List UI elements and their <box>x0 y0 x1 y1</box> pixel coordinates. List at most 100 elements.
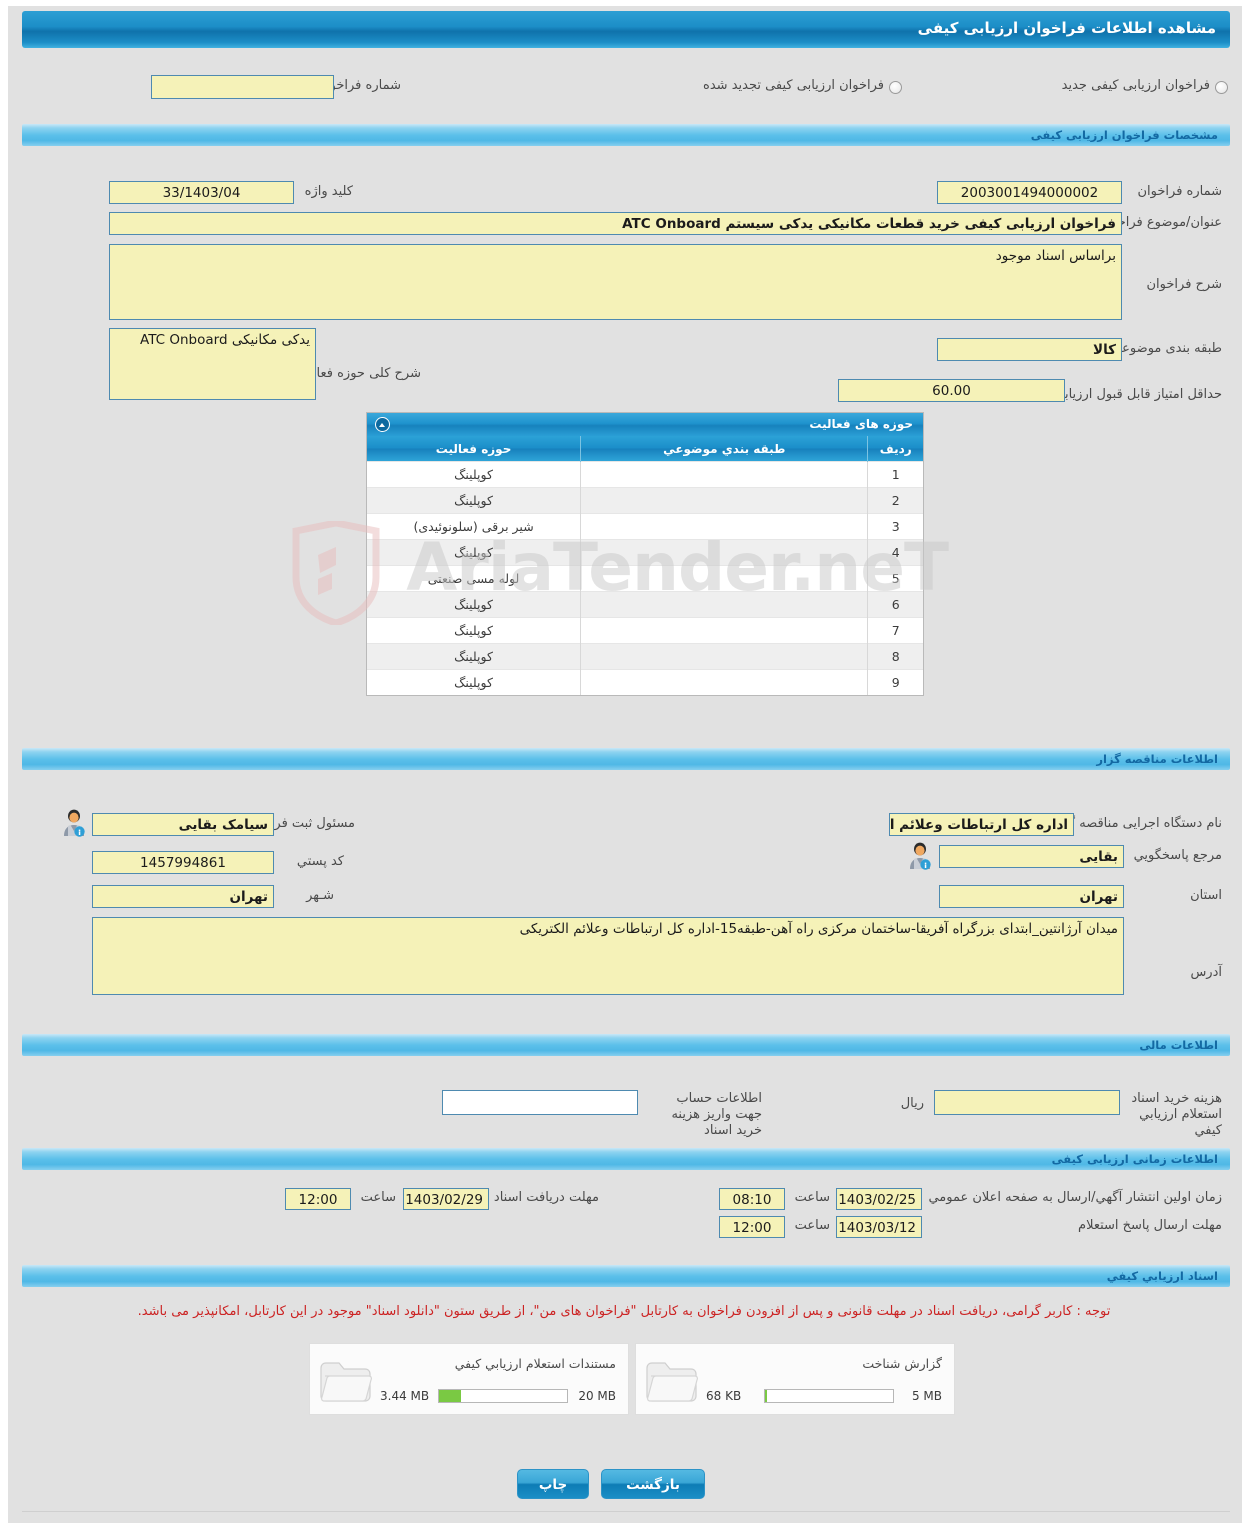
cell-radif: 5 <box>867 565 923 592</box>
section-header-documents: اسناد ارزیابي کیفي <box>22 1265 1230 1287</box>
column-header-radif: ردیف <box>867 436 923 462</box>
column-header-activity: حوزه فعالیت <box>367 436 581 462</box>
cell-radif: 9 <box>867 669 923 695</box>
table-row: 6 کوپلینگ <box>367 591 923 618</box>
contact-input[interactable]: بقایی <box>939 845 1124 868</box>
category-label: طبقه بندی موضوعي <box>1111 341 1222 356</box>
cell-radif: 6 <box>867 591 923 618</box>
doc-deadline-label: مهلت دریافت اسناد <box>493 1190 599 1205</box>
attachment-limit-size: 5 MB <box>911 1389 942 1403</box>
attachment-usage-fill <box>765 1390 767 1402</box>
agency-input[interactable]: اداره کل ارتباطات وعلائم الکتریکی <box>889 813 1074 836</box>
folder-icon <box>646 1362 698 1402</box>
cell-activity: شیر برقی (سلونوئیدی) <box>367 513 581 540</box>
publish-date-input[interactable]: 1403/02/25 <box>836 1188 922 1210</box>
attachment-used-size: 3.44 MB <box>380 1389 430 1403</box>
description-label: شرح فراخوان <box>1146 277 1223 292</box>
attachment-size-row: 68 KB 5 MB <box>706 1389 942 1404</box>
table-header-row: ردیف طبقه بندي موضوعي حوزه فعالیت <box>367 436 923 462</box>
radio-renewed-call[interactable] <box>889 81 902 94</box>
person-info-icon-contact[interactable] <box>907 842 933 870</box>
attachment-card-recognition-report[interactable]: گزارش شناخت 68 KB 5 MB <box>635 1343 955 1415</box>
cell-radif: 7 <box>867 617 923 644</box>
attachment-size-row: 3.44 MB 20 MB <box>380 1389 616 1404</box>
table-row: 1 کوپلینگ <box>367 461 923 488</box>
radio-new-call[interactable] <box>1215 81 1228 94</box>
section-title-organizer: اطلاعات مناقصه گزار <box>1096 752 1218 766</box>
table-row: 7 کوپلینگ <box>367 617 923 644</box>
back-button[interactable]: بازگشت <box>601 1469 705 1499</box>
province-input[interactable]: تهران <box>939 885 1124 908</box>
cell-activity: کوپلینگ <box>367 539 581 566</box>
attachment-usage-fill <box>439 1390 462 1402</box>
account-info-label: اطلاعات حساب جهت واریز هزینه خرید اسناد <box>671 1091 762 1138</box>
print-button[interactable]: چاپ <box>517 1469 589 1499</box>
page-title: مشاهده اطلاعات فراخوان ارزیابی کیفی <box>917 19 1216 37</box>
table-row: 3 شیر برقی (سلونوئیدی) <box>367 513 923 540</box>
cell-activity: کوپلینگ <box>367 669 581 695</box>
cell-category <box>580 565 868 592</box>
table-row: 2 کوپلینگ <box>367 487 923 514</box>
attachment-usage-meter <box>438 1389 568 1403</box>
radio-renewed-call-label: فراخوان ارزیابی کیفی تجدید شده <box>703 78 884 93</box>
cell-activity: کوپلینگ <box>367 617 581 644</box>
publish-date-label: زمان اولین انتشار آگهي/ارسال به صفحه اعل… <box>928 1190 1222 1205</box>
activity-areas-table: ردیف طبقه بندي موضوعي حوزه فعالیت 1 کوپلی… <box>367 436 923 695</box>
attachment-used-size: 68 KB <box>706 1389 742 1403</box>
keyword-input[interactable]: 33/1403/04 <box>109 181 294 204</box>
contact-label: مرجع پاسخگويي <box>1133 848 1222 863</box>
cell-category <box>580 591 868 618</box>
min-score-input[interactable]: 60.00 <box>838 379 1065 402</box>
collapse-icon[interactable] <box>375 417 390 432</box>
cell-activity: کوپلینگ <box>367 643 581 670</box>
cell-radif: 1 <box>867 461 923 488</box>
description-textarea[interactable]: براساس اسناد موجود <box>109 244 1122 320</box>
section-title-timing: اطلاعات زمانی ارزیابی کیفی <box>1051 1152 1218 1166</box>
attachment-limit-size: 20 MB <box>578 1389 616 1403</box>
doc-deadline-date-input[interactable]: 1403/02/29 <box>403 1188 489 1210</box>
cell-radif: 8 <box>867 643 923 670</box>
cell-category <box>580 669 868 695</box>
cell-category <box>580 617 868 644</box>
doc-cost-input[interactable] <box>934 1090 1120 1115</box>
section-title-documents: اسناد ارزیابي کیفي <box>1106 1269 1218 1283</box>
table-row: 5 لوله مسی صنعتی <box>367 565 923 592</box>
reply-deadline-hour-input[interactable]: 12:00 <box>719 1216 785 1238</box>
city-label: شـهر <box>306 888 334 903</box>
call-number-label: شماره فراخوان <box>1137 184 1223 199</box>
cell-radif: 3 <box>867 513 923 540</box>
currency-label: ریال <box>900 1096 924 1111</box>
address-label: آدرس <box>1190 965 1222 980</box>
section-title-financial: اطلاعات مالی <box>1139 1038 1218 1052</box>
cell-category <box>580 539 868 566</box>
cell-category <box>580 461 868 488</box>
category-input[interactable]: کالا <box>937 338 1122 361</box>
cell-category <box>580 643 868 670</box>
publish-hour-input[interactable]: 08:10 <box>719 1188 785 1210</box>
account-info-input[interactable] <box>442 1090 638 1115</box>
postal-code-input[interactable]: 1457994861 <box>92 851 274 874</box>
attachment-card-qualification-documents[interactable]: مستندات استعلام ارزیابي کیفي 3.44 MB 20 … <box>309 1343 629 1415</box>
section-header-financial: اطلاعات مالی <box>22 1034 1230 1056</box>
activity-description-textarea[interactable]: یدکی مکانیکی ATC Onboard <box>109 328 316 400</box>
reply-deadline-date-input[interactable]: 1403/03/12 <box>836 1216 922 1238</box>
cell-activity: لوله مسی صنعتی <box>367 565 581 592</box>
folder-icon <box>320 1362 372 1402</box>
cell-activity: کوپلینگ <box>367 487 581 514</box>
person-info-icon-registrar[interactable] <box>61 809 87 837</box>
address-textarea[interactable]: میدان آرژانتین_ابتدای بزرگراه آفریقا-ساخ… <box>92 917 1124 995</box>
page-frame: مشاهده اطلاعات فراخوان ارزیابی کیفی فراخ… <box>8 6 1242 1523</box>
previous-call-number-input[interactable] <box>151 75 334 99</box>
footer-divider <box>22 1511 1230 1512</box>
page-title-bar: مشاهده اطلاعات فراخوان ارزیابی کیفی <box>22 11 1230 48</box>
page-root: مشاهده اطلاعات فراخوان ارزیابی کیفی فراخ… <box>0 0 1250 1535</box>
section-header-specs: مشخصات فراخوان ارزیابی کیفی <box>22 124 1230 146</box>
city-input[interactable]: تهران <box>92 885 274 908</box>
section-header-organizer: اطلاعات مناقصه گزار <box>22 748 1230 770</box>
registrar-input[interactable]: سیامک بقایی <box>92 813 274 836</box>
call-number-input[interactable]: 2003001494000002 <box>937 181 1122 204</box>
cell-category <box>580 487 868 514</box>
doc-deadline-hour-input[interactable]: 12:00 <box>285 1188 351 1210</box>
subject-input[interactable]: فراخوان ارزیابی کیفی خرید قطعات مکانیکی … <box>109 212 1122 235</box>
documents-notice: توجه : کاربر گرامی، دریافت اسناد در مهلت… <box>137 1304 1111 1319</box>
